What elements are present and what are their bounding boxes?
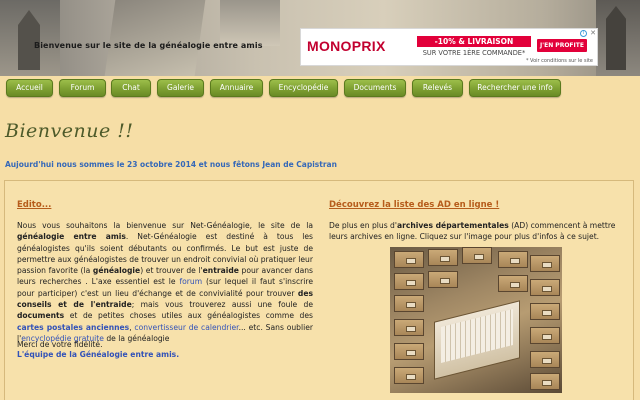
text-bold: entraide	[202, 266, 239, 276]
banner-photo	[104, 0, 206, 76]
ad-promo-subline[interactable]: SUR VOTRE 1ÈRE COMMANDE*	[417, 48, 531, 59]
advertisement-banner[interactable]: MONOPRIX -10% & LIVRAISON OFFERTE SUR VO…	[300, 28, 598, 66]
nav-releves-button[interactable]: Relevés	[412, 79, 463, 97]
nav-annuaire-button[interactable]: Annuaire	[210, 79, 263, 97]
drawer-shape	[394, 295, 424, 312]
nav-accueil-button[interactable]: Accueil	[6, 79, 53, 97]
open-drawer-cards	[434, 300, 520, 380]
main-navigation: Accueil Forum Chat Galerie Annuaire Ency…	[0, 76, 640, 100]
drawer-shape	[498, 275, 528, 292]
drawer-shape	[530, 373, 560, 390]
nav-encyclopedie-button[interactable]: Encyclopédie	[269, 79, 338, 97]
drawer-shape	[394, 367, 424, 384]
nav-galerie-button[interactable]: Galerie	[157, 79, 204, 97]
drawer-shape	[394, 251, 424, 268]
ad-promo-headline[interactable]: -10% & LIVRAISON OFFERTE	[417, 36, 531, 57]
text: Nous vous souhaitons la bienvenue sur Ne…	[17, 221, 313, 230]
text: De plus en plus d'	[329, 221, 397, 230]
nav-forum-button[interactable]: Forum	[59, 79, 106, 97]
drawer-shape	[394, 319, 424, 336]
text-bold: généalogie entre amis	[17, 232, 126, 242]
archives-heading-link[interactable]: Découvrez la liste des AD en ligne !	[329, 200, 499, 210]
drawer-shape	[530, 255, 560, 272]
drawer-shape	[530, 327, 560, 344]
convertisseur-calendrier-link[interactable]: convertisseur de calendrier	[134, 323, 238, 332]
text-bold: documents	[17, 311, 65, 321]
text-bold: archives départementales	[396, 221, 509, 230]
nav-rechercher-button[interactable]: Rechercher une info	[469, 79, 561, 97]
page-title: Bienvenue !!	[5, 120, 134, 142]
text: ) et trouver de l'	[140, 266, 203, 276]
forum-link[interactable]: forum	[179, 277, 202, 286]
team-signature: L'équipe de la Généalogie entre amis.	[17, 350, 180, 359]
edito-paragraph: Nous vous souhaitons la bienvenue sur Ne…	[17, 220, 313, 344]
banner-photo	[596, 0, 640, 76]
text-bold: généalogie	[92, 266, 141, 276]
drawer-shape	[394, 273, 424, 290]
text: et de petites choses utiles aux généalog…	[64, 311, 313, 321]
text: de la généalogie	[103, 333, 170, 343]
site-welcome-text: Bienvenue sur le site de la généalogie e…	[34, 41, 263, 50]
cartes-postales-link[interactable]: cartes postales anciennes	[17, 323, 129, 332]
nav-chat-button[interactable]: Chat	[111, 79, 151, 97]
ad-brand-logo[interactable]: MONOPRIX	[307, 38, 386, 54]
drawer-shape	[428, 271, 458, 288]
ad-cta-button[interactable]: J'EN PROFITE	[537, 39, 587, 52]
info-icon[interactable]: i	[580, 30, 587, 37]
text: ; mais vous trouverez aussi une foule de	[131, 300, 314, 310]
ad-conditions-text: * Voir conditions sur le site	[525, 58, 593, 64]
drawer-shape	[428, 249, 458, 266]
archive-drawers-image[interactable]	[390, 247, 562, 393]
drawer-shape	[498, 251, 528, 268]
banner-photo	[0, 0, 60, 76]
date-saint-line: Aujourd'hui nous sommes le 23 octobre 20…	[5, 160, 337, 169]
thanks-text: Merci de votre fidélité.	[17, 340, 103, 349]
drawer-shape	[530, 351, 560, 368]
close-icon[interactable]: ✕	[590, 29, 596, 37]
drawer-shape	[530, 279, 560, 296]
banner-photo	[220, 0, 280, 46]
archives-paragraph: De plus en plus d'archives départemental…	[329, 220, 625, 243]
drawer-shape	[530, 303, 560, 320]
drawer-shape	[394, 343, 424, 360]
edito-heading: Edito...	[17, 200, 52, 210]
nav-documents-button[interactable]: Documents	[344, 79, 406, 97]
header-banner: Bienvenue sur le site de la généalogie e…	[0, 0, 640, 76]
drawer-shape	[462, 247, 492, 264]
